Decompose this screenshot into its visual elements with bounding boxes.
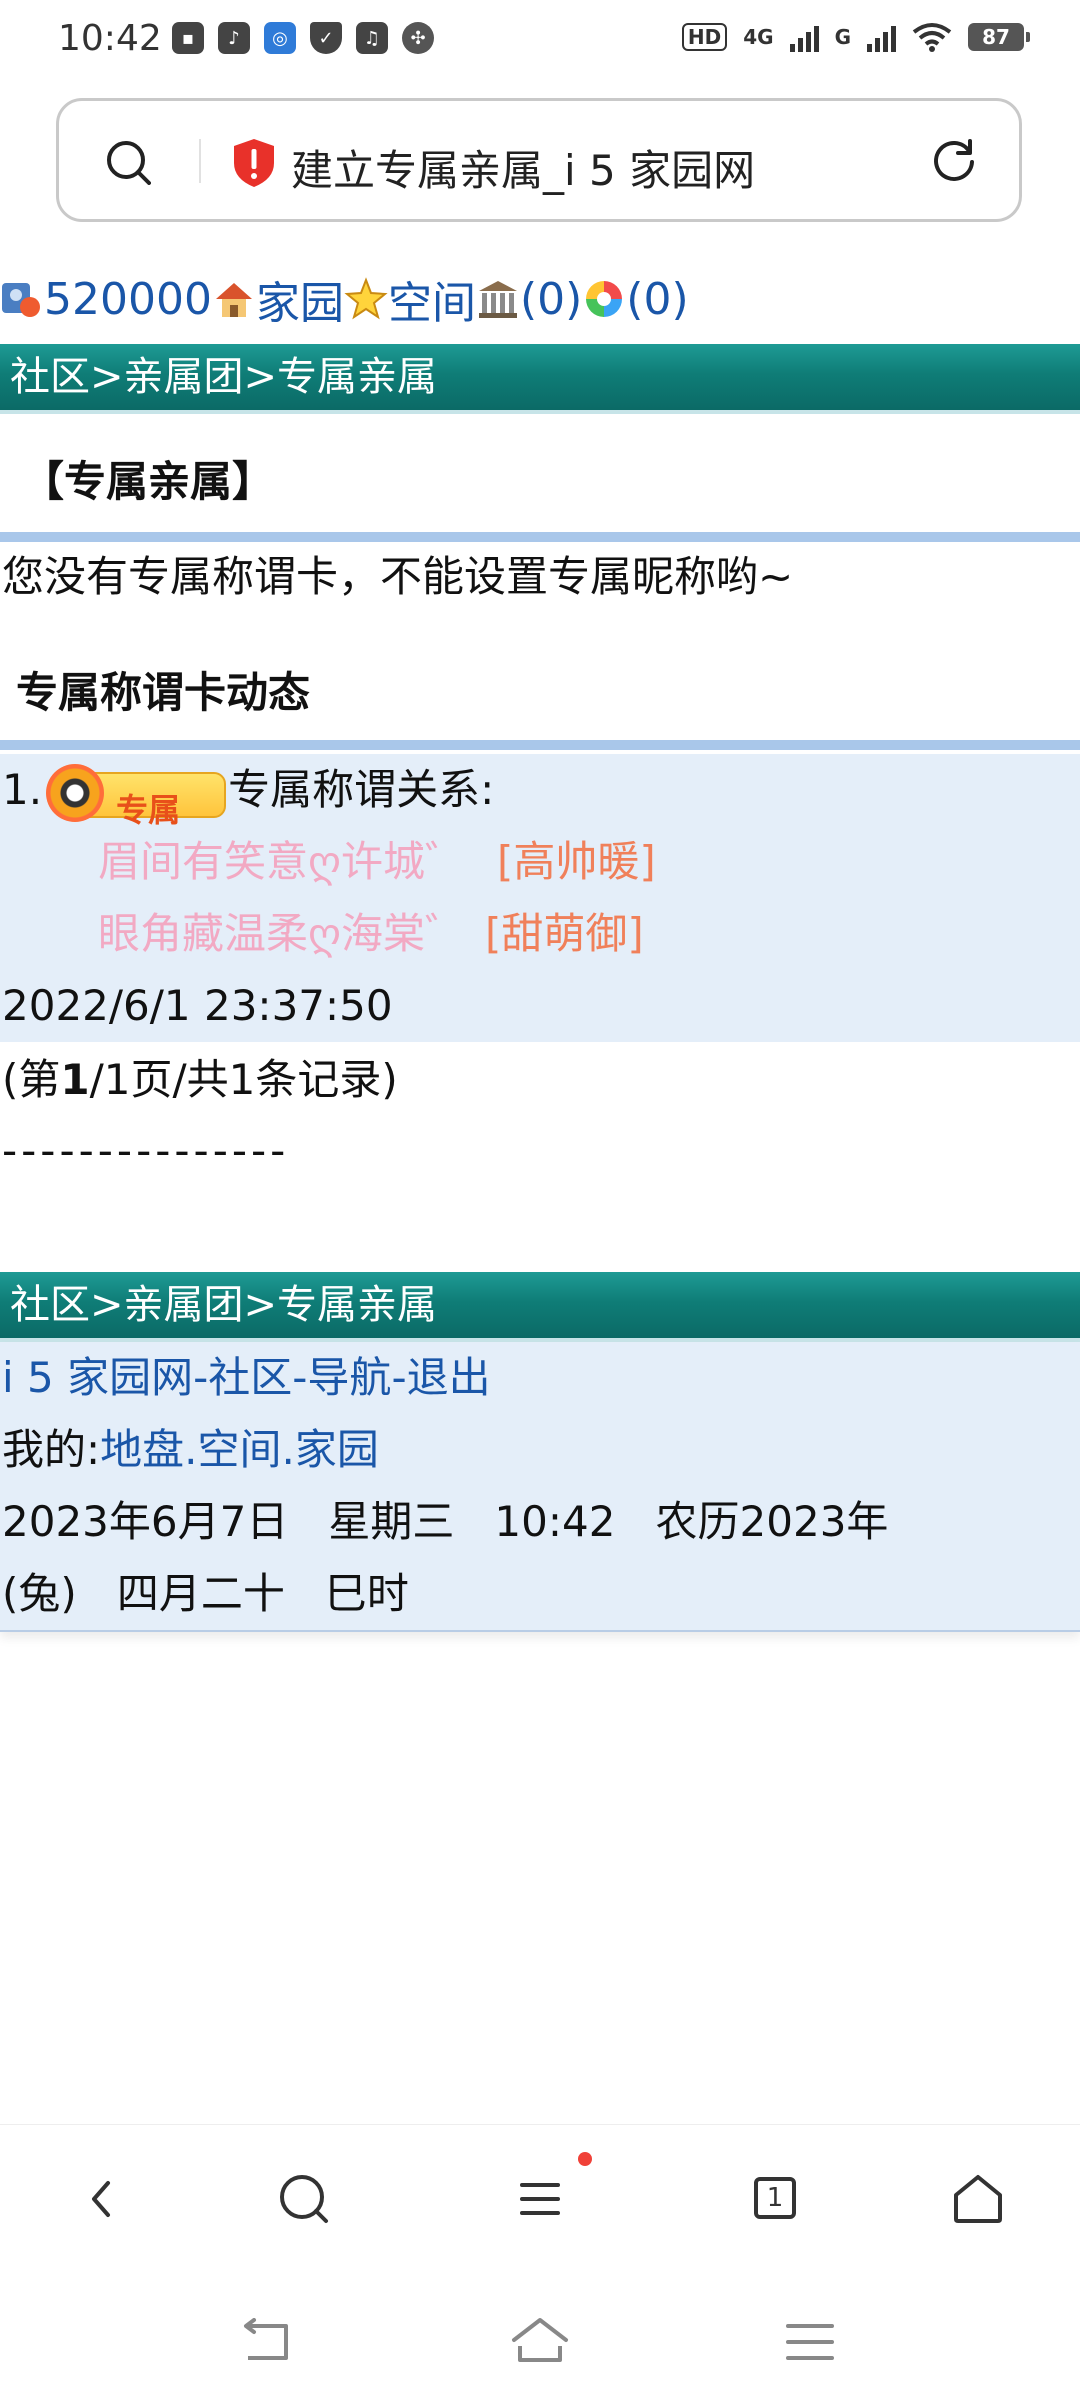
shield-icon: ✓	[310, 22, 342, 54]
status-time: 10:42	[58, 18, 162, 59]
relation-name[interactable]: 眼角藏温柔ღ海棠゛	[98, 909, 467, 958]
relation-title: [高帅暖]	[497, 837, 656, 886]
status-right: HD 4G G 87	[681, 22, 1030, 52]
dash: -	[391, 1353, 407, 1402]
system-back-icon[interactable]	[240, 2318, 294, 2366]
divider	[199, 139, 201, 183]
notification-icons: ▪ ♪ ◎ ✓ ♫ ✣	[172, 22, 434, 54]
divider	[0, 532, 1080, 542]
pagination-current: 1	[60, 1055, 90, 1104]
relation-title: [甜萌御]	[485, 909, 644, 958]
tabs-icon[interactable]: 1	[744, 2167, 808, 2231]
notification-dot	[578, 2152, 592, 2166]
land-link[interactable]: 地盘	[100, 1425, 184, 1474]
app-icon: ◎	[264, 22, 296, 54]
pagination-prefix: (第	[2, 1055, 61, 1104]
divider	[0, 740, 1080, 750]
network-4g-label: 4G	[743, 25, 774, 49]
home-icon[interactable]	[946, 2167, 1010, 2231]
relation-item: 眼角藏温柔ღ海棠゛ [甜萌御]	[0, 898, 1080, 970]
user-points-icon	[2, 283, 40, 317]
site-link[interactable]: i 5 家园网	[2, 1353, 193, 1402]
page-content: 520000 家园 空间 (0) (0) 社区>亲属团>专属亲属 【专属亲属】 …	[0, 264, 1080, 1632]
space-link[interactable]: 空间	[388, 267, 476, 331]
footer: i 5 家园网-社区-导航-退出 我的:地盘.空间.家园 2023年6月7日 星…	[0, 1342, 1080, 1632]
search-icon[interactable]	[105, 139, 151, 185]
reload-icon[interactable]	[929, 137, 979, 187]
system-menu-icon[interactable]	[784, 2318, 836, 2366]
address-bar[interactable]: 建立专属亲属_i 5 家园网	[56, 98, 1022, 222]
exclusive-badge-icon: 专属	[42, 763, 228, 829]
page-title-url[interactable]: 建立专属亲属_i 5 家园网	[291, 137, 755, 198]
photo-icon	[586, 281, 623, 317]
fan-icon: ✣	[402, 22, 434, 54]
signal-icon	[789, 22, 819, 52]
footer-links: i 5 家园网-社区-导航-退出	[0, 1342, 1080, 1414]
notice-text: 您没有专属称谓卡，不能设置专属昵称哟~	[2, 552, 794, 601]
system-nav-bar	[0, 2290, 1080, 2400]
pagination: (第1/1页/共1条记录)	[0, 1042, 1080, 1118]
home-link[interactable]: 家园	[256, 267, 344, 331]
status-bar: 10:42 ▪ ♪ ◎ ✓ ♫ ✣ HD 4G G 87	[0, 0, 1080, 84]
dash: -	[292, 1353, 308, 1402]
bank-count-link[interactable]: (0)	[520, 274, 582, 325]
back-icon[interactable]	[70, 2167, 134, 2231]
tiktok-icon: ♪	[218, 22, 250, 54]
community-link[interactable]: 社区	[208, 1353, 292, 1402]
section-heading: 【专属亲属】	[22, 457, 275, 506]
my-home-link[interactable]: 家园	[295, 1425, 379, 1474]
system-home-icon[interactable]	[510, 2314, 570, 2366]
my-space-link[interactable]: 空间	[198, 1425, 282, 1474]
my-links: 我的:地盘.空间.家园	[0, 1414, 1080, 1486]
wifi-icon	[912, 23, 952, 52]
dynamics-heading: 专属称谓卡动态	[16, 668, 311, 717]
badge-label: 专属	[116, 790, 181, 829]
network-g-label: G	[834, 25, 851, 49]
star-icon	[344, 277, 388, 320]
battery-icon: 87	[968, 23, 1030, 51]
menu-icon[interactable]	[508, 2167, 572, 2231]
search-icon[interactable]	[272, 2167, 336, 2231]
record-label: 专属称谓关系:	[228, 765, 495, 814]
shield-warning-icon[interactable]	[231, 137, 277, 189]
bank-icon	[478, 281, 517, 318]
house-icon	[215, 283, 252, 317]
dot: .	[281, 1425, 295, 1474]
record-index: 1.	[2, 765, 43, 814]
hd-label: HD	[681, 23, 728, 51]
browser-bottom-nav: 1	[0, 2124, 1080, 2275]
dash: -	[193, 1353, 209, 1402]
record-datetime: 2022/6/1 23:37:50	[2, 981, 393, 1030]
record-header: 1. 专属 专属称谓关系:	[0, 754, 1080, 829]
record-card: 1. 专属 专属称谓关系: 眉间有笑意ღ许城゛ [高帅暖] 眼角藏温柔ღ海棠゛ [甜萌御…	[0, 754, 1080, 1042]
separator: ---------------	[2, 1126, 290, 1175]
tabs-count: 1	[754, 2177, 796, 2219]
message-icon: ▪	[172, 22, 204, 54]
music-icon: ♫	[356, 22, 388, 54]
dot: .	[184, 1425, 198, 1474]
date-line: (兔) 四月二十 巳时	[2, 1569, 409, 1618]
breadcrumb[interactable]: 社区>亲属团>专属亲属	[0, 344, 1080, 414]
mine-label: 我的:	[2, 1425, 101, 1474]
top-nav: 520000 家园 空间 (0) (0)	[0, 264, 1080, 334]
nav-link[interactable]: 导航	[307, 1353, 391, 1402]
date-line: 2023年6月7日 星期三 10:42 农历2023年	[2, 1497, 889, 1546]
logout-link[interactable]: 退出	[407, 1353, 491, 1402]
footer-breadcrumb[interactable]: 社区>亲属团>专属亲属	[0, 1272, 1080, 1342]
pagination-rest: /1页/共1条记录)	[89, 1055, 398, 1104]
photo-count-link[interactable]: (0)	[626, 274, 688, 325]
signal-icon	[867, 22, 896, 52]
points-link[interactable]: 520000	[44, 274, 212, 325]
